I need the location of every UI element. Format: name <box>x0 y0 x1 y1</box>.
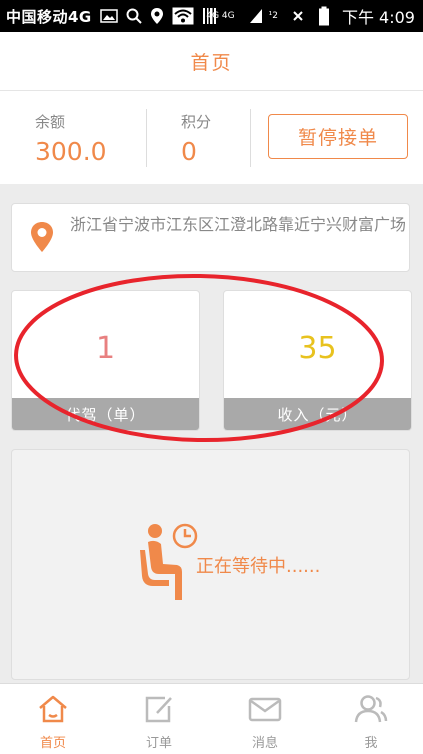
tab-messages-label: 消息 <box>251 736 278 751</box>
waiting-panel: 正在等待中...... <box>11 449 410 680</box>
home-icon <box>0 694 106 724</box>
tab-orders[interactable]: 订单 <box>106 684 212 754</box>
income-card[interactable]: 35 收入（元） <box>223 290 412 431</box>
signal-icon <box>249 8 263 24</box>
pause-orders-button[interactable]: 暂停接单 <box>268 114 408 159</box>
driving-orders-card[interactable]: 1 代驾（单） <box>11 290 200 431</box>
tab-messages[interactable]: 消息 <box>212 684 318 754</box>
carrier-name: 中国移动4G <box>6 7 92 26</box>
stats-divider <box>146 109 147 167</box>
driving-orders-label: 代驾（单） <box>12 398 199 430</box>
tab-home-label: 首页 <box>39 736 66 751</box>
current-location[interactable]: 浙江省宁波市江东区江澄北路靠近宁兴财富广场 <box>11 203 410 272</box>
search-icon <box>126 8 142 24</box>
location-pin-icon <box>150 7 164 25</box>
battery-icon <box>318 6 330 26</box>
sim-label: ¹2 <box>268 10 278 21</box>
income-amount: 35 <box>298 331 337 366</box>
address-text: 浙江省宁波市江东区江澄北路靠近宁兴财富广场 <box>70 215 407 234</box>
image-icon <box>100 9 118 23</box>
title-bar: 首页 <box>0 32 423 91</box>
balance-value: 300.0 <box>35 137 107 166</box>
user-icon <box>318 694 423 724</box>
tab-me-label: 我 <box>364 736 378 751</box>
stats-panel: 余额 300.0 积分 0 暂停接单 <box>0 91 423 184</box>
no-signal-icon <box>292 10 304 22</box>
bottom-tab-bar: 首页 订单 消息 我 <box>0 683 423 754</box>
waiting-status-text: 正在等待中...... <box>196 556 321 577</box>
page-title: 首页 <box>190 51 233 74</box>
income-label: 收入（元） <box>224 398 411 430</box>
wifi-icon <box>172 7 194 25</box>
network-type-label: 4G 4G <box>206 10 235 21</box>
points-value: 0 <box>181 137 197 166</box>
stats-divider <box>250 109 251 167</box>
mail-icon <box>212 694 318 724</box>
location-pin-icon <box>30 221 54 257</box>
tab-orders-label: 订单 <box>145 736 172 751</box>
tab-home[interactable]: 首页 <box>0 684 106 754</box>
driving-orders-count: 1 <box>95 331 116 366</box>
points-label: 积分 <box>181 113 212 131</box>
waiting-seat-icon <box>139 522 199 608</box>
clock: 下午 4:09 <box>341 8 415 27</box>
status-bar: 中国移动4G 4G 4G ¹2 下午 4:09 <box>0 0 423 32</box>
edit-icon <box>106 694 212 724</box>
tab-me[interactable]: 我 <box>318 684 423 754</box>
balance-label: 余额 <box>35 113 66 131</box>
